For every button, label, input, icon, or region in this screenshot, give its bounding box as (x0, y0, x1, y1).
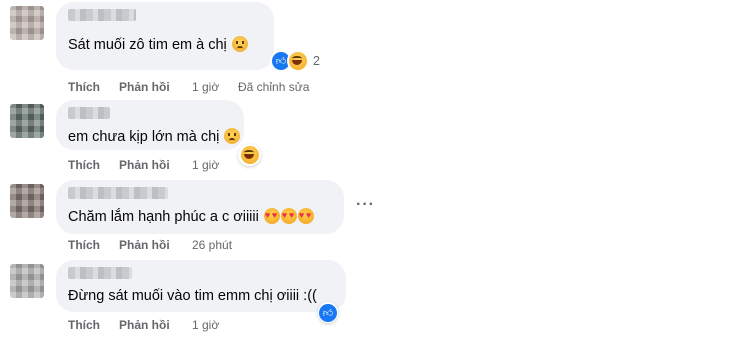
comment-text: Sát muối zô tim em à chị (68, 36, 248, 53)
like-button[interactable]: Thích (68, 80, 100, 94)
comment-text-content: Chăm lắm hạnh phúc a c ơiiiii (68, 209, 259, 225)
laughing-emoji-icon (241, 146, 259, 164)
timestamp[interactable]: 1 giờ (192, 158, 219, 172)
commenter-name-redacted[interactable] (68, 267, 132, 279)
timestamp[interactable]: 1 giờ (192, 80, 219, 94)
comment-bubble: Đừng sát muối vào tim emm chị ơiiii :(( (56, 260, 346, 312)
comment-text-content: Đừng sát muối vào tim emm chị ơiiii :(( (68, 288, 317, 304)
heart-face-emoji-icon (297, 207, 314, 224)
edited-label[interactable]: Đã chỉnh sửa (238, 80, 309, 94)
reaction-count: 2 (313, 54, 320, 68)
crying-emoji-icon (231, 36, 248, 52)
commenter-name-redacted[interactable] (68, 107, 110, 119)
comment-bubble: Chăm lắm hạnh phúc a c ơiiiii (56, 180, 344, 234)
reply-button[interactable]: Phản hồi (119, 238, 170, 252)
reply-button[interactable]: Phản hồi (119, 158, 170, 172)
like-icon: 👍︎ (319, 304, 337, 322)
reaction-summary[interactable]: 👍︎ 2 (270, 50, 320, 72)
reaction-summary[interactable]: 👍︎ (318, 302, 338, 323)
like-button[interactable]: Thích (68, 238, 100, 252)
comment-bubble: em chưa kịp lớn mà chị (56, 100, 244, 150)
sad-emoji-icon (224, 128, 241, 144)
comment-text-content: em chưa kịp lớn mà chị (68, 129, 220, 145)
timestamp[interactable]: 1 giờ (192, 318, 219, 332)
timestamp[interactable]: 26 phút (192, 238, 232, 252)
commenter-name-redacted[interactable] (68, 187, 168, 199)
reaction-summary[interactable] (238, 144, 261, 166)
laughing-emoji-icon (287, 50, 309, 72)
comment-text: Chăm lắm hạnh phúc a c ơiiiii (68, 207, 314, 225)
heart-face-emoji-icon (263, 207, 280, 224)
like-button[interactable]: Thích (68, 318, 100, 332)
comment-text-content: Sát muối zô tim em à chị (68, 37, 227, 53)
comment-text: Đừng sát muối vào tim emm chị ơiiii :(( (68, 288, 317, 304)
avatar[interactable] (10, 6, 44, 40)
reply-button[interactable]: Phản hồi (119, 80, 170, 94)
comment-text: em chưa kịp lớn mà chị (68, 128, 241, 145)
avatar[interactable] (10, 184, 44, 218)
comment-bubble: Sát muối zô tim em à chị (56, 2, 274, 70)
more-options-icon[interactable]: ··· (356, 196, 375, 214)
commenter-name-redacted[interactable] (68, 9, 136, 21)
avatar[interactable] (10, 264, 44, 298)
heart-face-emoji-icon (280, 207, 297, 224)
avatar[interactable] (10, 104, 44, 138)
like-button[interactable]: Thích (68, 158, 100, 172)
reply-button[interactable]: Phản hồi (119, 318, 170, 332)
